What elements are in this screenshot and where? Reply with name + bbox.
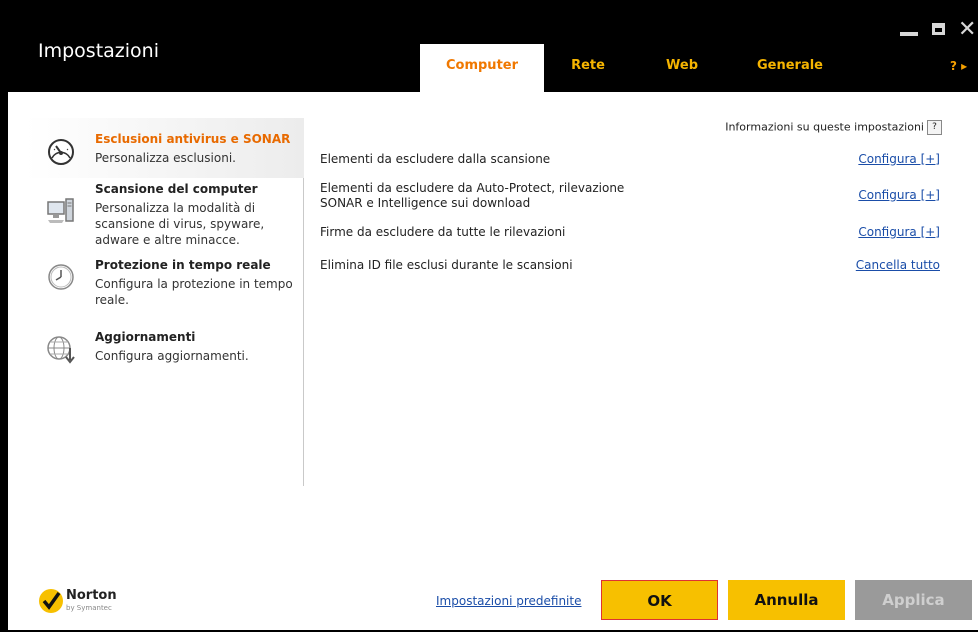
sidebar-item-desc: Configura la protezione in tempo reale. (95, 277, 293, 307)
tab-web[interactable]: Web (652, 44, 712, 92)
info-label[interactable]: Informazioni su queste impostazioni (725, 121, 924, 134)
ok-button[interactable]: OK (601, 580, 718, 620)
apply-button[interactable]: Applica (855, 580, 972, 620)
norton-logo: Norton by Symantec (38, 584, 128, 618)
sidebar: Esclusioni antivirus e SONAR Personalizz… (8, 92, 304, 487)
help-button[interactable]: ? ▸ (950, 59, 967, 73)
cancel-button[interactable]: Annulla (728, 580, 845, 620)
sidebar-item-title: Aggiornamenti (95, 330, 196, 344)
computer-icon (47, 198, 74, 223)
setting-label: Elimina ID file esclusi durante le scans… (320, 258, 573, 272)
tab-computer[interactable]: Computer (420, 44, 544, 92)
sidebar-item-desc: Personalizza la modalità di scansione di… (95, 201, 265, 247)
sidebar-item-title: Esclusioni antivirus e SONAR (95, 132, 291, 146)
settings-panel: Informazioni su queste impostazioni? Ele… (308, 92, 948, 492)
maximize-icon[interactable] (932, 23, 945, 35)
content-area: Esclusioni antivirus e SONAR Personalizz… (8, 92, 978, 630)
title-bar: Impostazioni ✕ ? ▸ Computer Rete Web Gen… (0, 0, 978, 92)
checkmark-icon (39, 589, 63, 613)
setting-label: Elementi da escludere dalla scansione (320, 152, 551, 166)
sidebar-item-esclusioni[interactable]: Esclusioni antivirus e SONAR Personalizz… (46, 132, 304, 176)
configure-link[interactable]: Configura [+] (858, 225, 940, 239)
setting-label: Firme da escludere da tutte le rilevazio… (320, 225, 566, 239)
tab-rete[interactable]: Rete (558, 44, 618, 92)
sidebar-item-protezione[interactable]: Protezione in tempo reale Configura la p… (46, 258, 304, 310)
sidebar-item-scansione[interactable]: Scansione del computer Personalizza la m… (46, 182, 304, 248)
close-icon[interactable]: ✕ (958, 19, 976, 41)
settings-window: Impostazioni ✕ ? ▸ Computer Rete Web Gen… (0, 0, 978, 632)
globe-download-icon (47, 336, 75, 364)
help-icon[interactable]: ? (927, 120, 942, 135)
logo-subtext: by Symantec (66, 604, 112, 612)
configure-link[interactable]: Configura [+] (858, 188, 940, 202)
sidebar-item-aggiornamenti[interactable]: Aggiornamenti Configura aggiornamenti. (46, 330, 304, 366)
sidebar-item-title: Protezione in tempo reale (95, 258, 271, 272)
default-settings-link[interactable]: Impostazioni predefinite (436, 594, 581, 608)
sidebar-item-desc: Personalizza esclusioni. (95, 151, 236, 165)
window-title: Impostazioni (38, 40, 159, 62)
clock-icon (48, 264, 74, 290)
sidebar-item-desc: Configura aggiornamenti. (95, 349, 249, 363)
minimize-icon[interactable] (900, 32, 918, 36)
sidebar-item-title: Scansione del computer (95, 182, 258, 196)
configure-link[interactable]: Configura [+] (858, 152, 940, 166)
info-row: Informazioni su queste impostazioni? (725, 120, 942, 135)
tab-generale[interactable]: Generale (742, 44, 838, 92)
logo-text: Norton (66, 588, 117, 603)
gauge-icon (48, 139, 74, 165)
clear-all-link[interactable]: Cancella tutto (856, 258, 940, 272)
setting-label: Elementi da escludere da Auto-Protect, r… (320, 181, 625, 210)
